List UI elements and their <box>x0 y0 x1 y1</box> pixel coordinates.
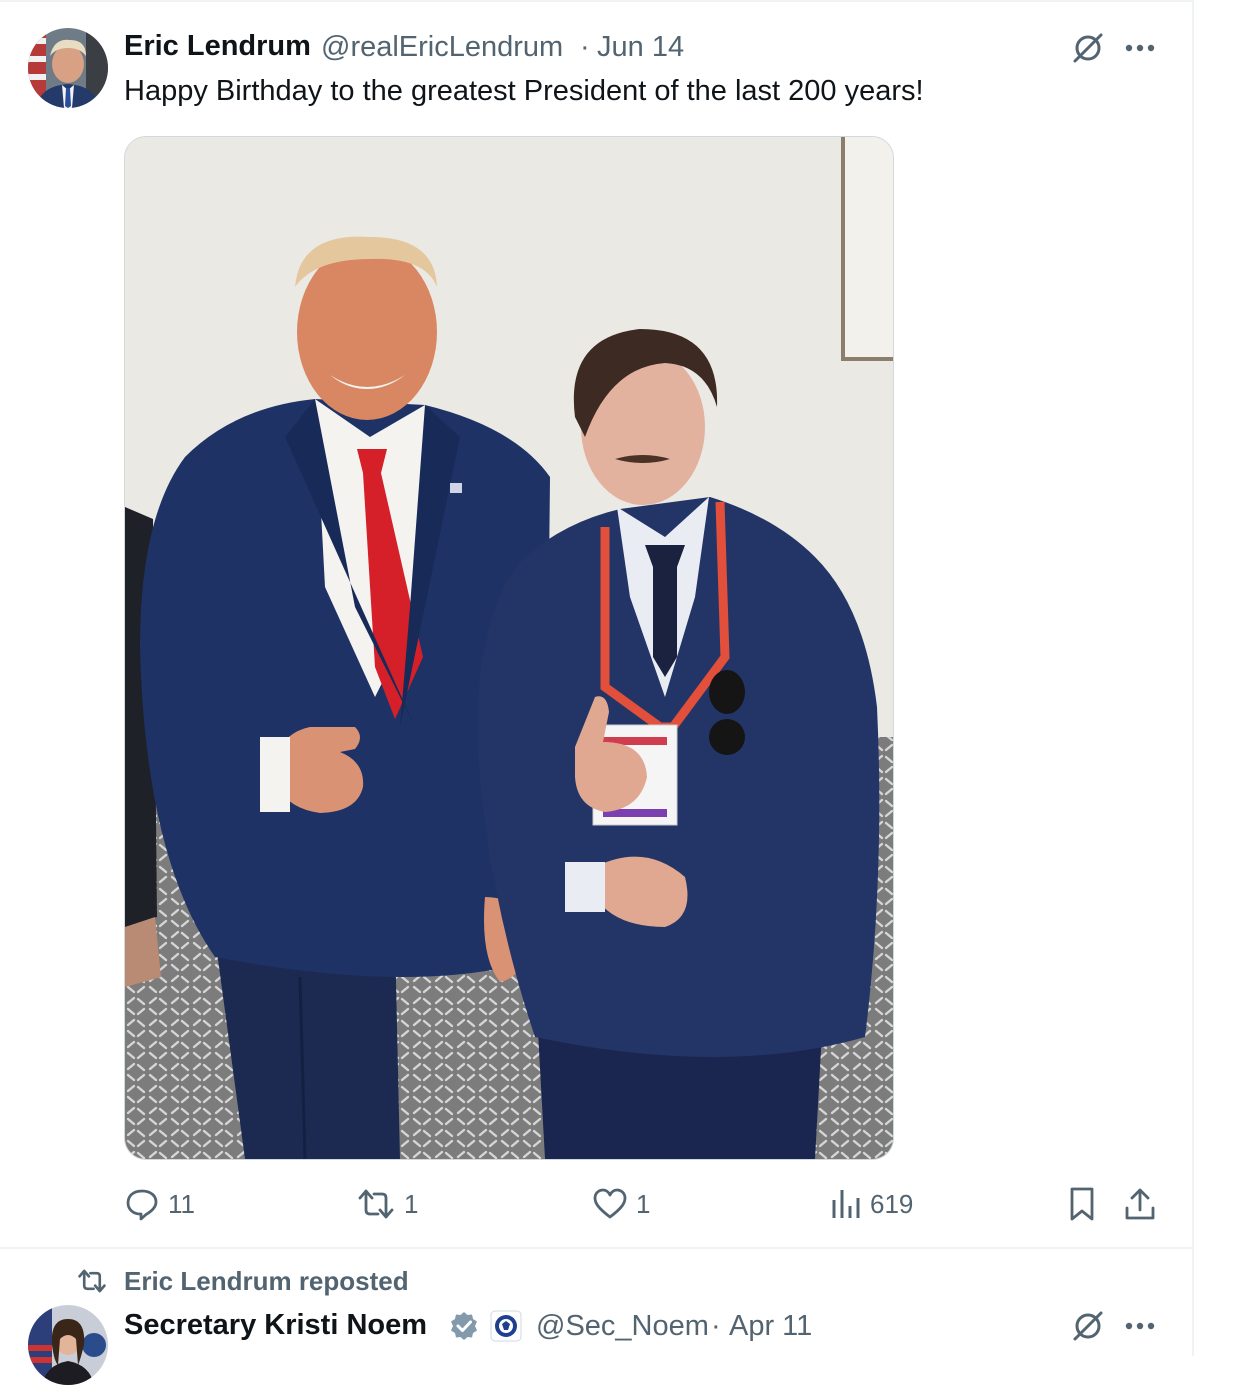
tweet-text: Happy Birthday to the greatest President… <box>124 75 924 107</box>
author-avatar[interactable] <box>28 1305 108 1385</box>
repost-indicator[interactable]: Eric Lendrum reposted <box>76 1264 409 1298</box>
views-button[interactable]: 619 <box>830 1184 913 1224</box>
tweet-divider <box>0 1247 1192 1249</box>
views-count: 619 <box>870 1188 914 1219</box>
grok-button[interactable] <box>1068 28 1108 68</box>
author-handle[interactable]: @realEricLendrum <box>321 31 563 64</box>
like-icon <box>593 1188 627 1219</box>
more-button[interactable] <box>1120 1306 1160 1346</box>
grok-button[interactable] <box>1068 1306 1108 1346</box>
meta-separator: · <box>711 1310 721 1342</box>
avatar-image <box>28 1305 108 1385</box>
grok-icon <box>1073 1311 1103 1341</box>
repost-count: 1 <box>404 1188 419 1219</box>
like-button[interactable]: 1 <box>592 1184 650 1224</box>
reply-button[interactable]: 11 <box>124 1184 195 1224</box>
timeline: Eric Lendrum @realEricLendrum · Jun 14 H… <box>0 0 1194 1385</box>
repost-icon <box>358 1189 394 1219</box>
share-button[interactable] <box>1120 1184 1160 1224</box>
author-handle[interactable]: @Sec_Noem <box>536 1310 709 1343</box>
tweet-date[interactable]: Apr 11 <box>729 1310 812 1343</box>
bookmark-icon <box>1070 1187 1094 1221</box>
grok-icon <box>1073 33 1103 63</box>
reply-count: 11 <box>168 1188 195 1219</box>
repost-button[interactable]: 1 <box>356 1184 418 1224</box>
more-icon <box>1125 1322 1155 1330</box>
like-count: 1 <box>636 1188 651 1219</box>
bookmark-button[interactable] <box>1062 1184 1102 1224</box>
views-icon <box>832 1190 860 1218</box>
more-icon <box>1125 44 1155 52</box>
author-avatar[interactable] <box>28 28 108 108</box>
author-name[interactable]: Eric Lendrum <box>124 30 311 63</box>
reply-icon <box>126 1189 158 1221</box>
tweet-photo[interactable] <box>124 136 894 1160</box>
verified-badge-icon <box>451 1312 477 1340</box>
more-button[interactable] <box>1120 28 1160 68</box>
author-name[interactable]: Secretary Kristi Noem <box>124 1309 427 1342</box>
top-divider <box>0 0 1192 2</box>
share-icon <box>1125 1188 1155 1220</box>
photo-image <box>125 137 893 1159</box>
repost-icon <box>78 1269 106 1293</box>
tweet-date[interactable]: Jun 14 <box>597 31 684 64</box>
meta-separator: · <box>580 31 590 63</box>
dhs-seal-icon <box>490 1310 522 1342</box>
avatar-image <box>28 28 108 108</box>
repost-label: Eric Lendrum reposted <box>124 1265 409 1296</box>
